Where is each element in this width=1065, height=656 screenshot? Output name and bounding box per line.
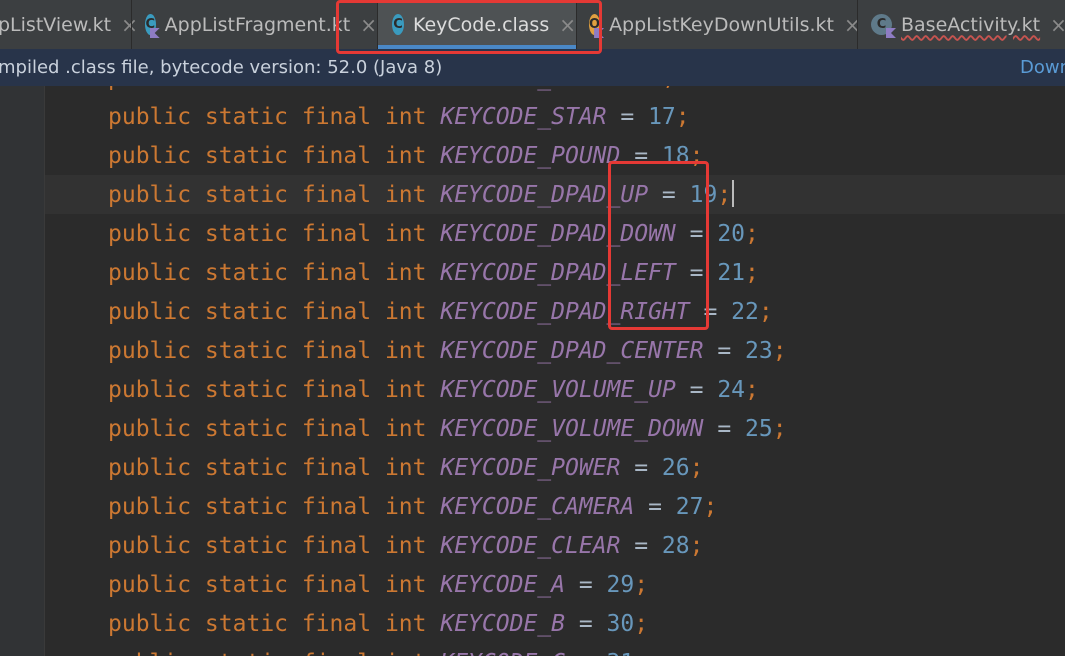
code-line: public static final int KEYCODE_STAR = 1… (108, 104, 690, 130)
code-keywords: public static final int (108, 143, 427, 169)
constant-value: 17 (648, 104, 676, 130)
constant-name: KEYCODE_VOLUME_DOWN (440, 416, 704, 442)
constant-value: 31 (607, 650, 635, 656)
code-line: public static final int KEYCODE_VOLUME_U… (108, 377, 759, 403)
code-line: public static final int KEYCODE_A = 29; (108, 572, 649, 598)
annotation-box-dpad-suffixes (608, 161, 709, 330)
code-keywords: public static final int (108, 416, 427, 442)
constant-value: 23 (745, 338, 773, 364)
annotation-box-active-tab (336, 0, 602, 54)
code-line: public static final int KEYCODE_CAMERA =… (108, 494, 718, 520)
constant-value: 26 (661, 455, 690, 481)
constant-value: 22 (731, 299, 759, 325)
code-keywords: public static final int (108, 455, 427, 481)
code-line: public static final int KEYCODE_VOLUME_D… (108, 416, 787, 442)
code-keywords: public static final int (108, 650, 427, 656)
constant-value: 24 (717, 377, 746, 403)
code-keywords: public static final int (108, 494, 427, 520)
constant-name: KEYCODE_CAMERA (440, 494, 635, 520)
close-icon[interactable]: × (121, 13, 138, 37)
code-keywords: public static final int (108, 572, 427, 598)
code-line: public static final int KEYCODE_CALL = 5… (108, 86, 676, 98)
tab-baseactivity[interactable]: C BaseActivity.kt × (871, 0, 1065, 49)
constant-value: 28 (661, 533, 690, 559)
code-keywords: public static final int (108, 104, 427, 130)
constant-name: KEYCODE_VOLUME_UP (440, 377, 676, 403)
constant-value: 29 (606, 572, 635, 598)
code-keywords: public static final int (108, 182, 427, 208)
constant-name: KEYCODE_B (440, 611, 565, 637)
constant-value: 21 (717, 260, 746, 286)
code-line: public static final int KEYCODE_B = 30; (108, 611, 649, 637)
constant-value: 25 (745, 416, 773, 442)
constant-value: 5 (648, 86, 662, 91)
code-line: public static final int KEYCODE_C = 31; (108, 644, 648, 656)
constant-value: 20 (717, 221, 746, 247)
constant-name: KEYCODE_CLEAR (440, 533, 621, 559)
close-icon[interactable]: × (844, 13, 861, 37)
download-sources-link[interactable]: Down (1020, 57, 1065, 78)
constant-name: KEYCODE_DPAD_CENTER (440, 338, 704, 364)
code-line: public static final int KEYCODE_CLEAR = … (108, 533, 704, 559)
code-keywords: public static final int (108, 221, 427, 247)
constant-name: KEYCODE_A (440, 572, 565, 598)
code-line: public static final int KEYCODE_POWER = … (108, 455, 704, 481)
constant-name: KEYCODE_CALL (440, 86, 606, 91)
code-keywords: public static final int (108, 338, 427, 364)
abstract-class-icon: C (871, 14, 896, 38)
tab-applistkeydownutils[interactable]: O AppListKeyDownUtils.kt × (589, 0, 861, 49)
code-editor[interactable]: public static final int KEYCODE_CALL = 5… (45, 86, 1065, 656)
code-keywords: public static final int (108, 377, 427, 403)
code-keywords: public static final int (108, 611, 427, 637)
tab-plistview[interactable]: pListView.kt × (0, 0, 138, 49)
constant-name: KEYCODE_POUND (440, 143, 621, 169)
code-keywords: public static final int (108, 533, 427, 559)
code-keywords: public static final int (108, 86, 427, 91)
kotlin-class-icon: C (145, 14, 160, 38)
tab-label: BaseActivity.kt (901, 13, 1041, 36)
decompiled-info-banner: mpiled .class file, bytecode version: 52… (0, 49, 1065, 86)
code-line: public static final int KEYCODE_DPAD_CEN… (108, 338, 787, 364)
constant-name: KEYCODE_POWER (440, 455, 621, 481)
banner-message: mpiled .class file, bytecode version: 52… (0, 57, 443, 78)
tab-label: AppListFragment.kt (164, 13, 351, 36)
constant-value: 27 (675, 494, 704, 520)
code-keywords: public static final int (108, 260, 427, 286)
tab-label: AppListKeyDownUtils.kt (609, 13, 834, 36)
text-cursor (732, 180, 735, 207)
close-icon[interactable]: × (1050, 13, 1065, 37)
tab-label: pListView.kt (0, 13, 112, 36)
code-keywords: public static final int (108, 299, 427, 325)
editor-gutter (0, 86, 44, 656)
constant-name: KEYCODE_STAR (440, 104, 607, 130)
constant-value: 30 (606, 611, 635, 637)
constant-name: KEYCODE_C (440, 650, 565, 656)
